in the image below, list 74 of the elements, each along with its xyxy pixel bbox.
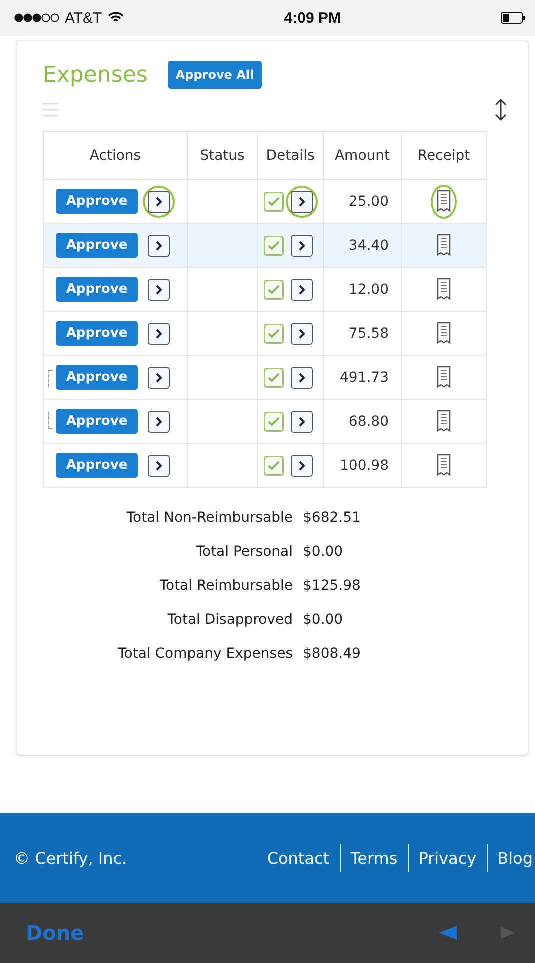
copyright-text: © Certify, Inc. (14, 848, 128, 868)
approve-button[interactable]: Approve (56, 277, 138, 302)
receipt-icon[interactable] (436, 366, 452, 390)
table-row[interactable]: Approve 75.58 (44, 312, 486, 356)
total-value: $0.00 (303, 612, 344, 628)
chevron-icon[interactable] (148, 190, 170, 212)
table-row[interactable]: Approve 68.80 (44, 400, 486, 444)
battery-icon (501, 12, 525, 24)
wifi-icon (108, 12, 124, 24)
total-label: Total Company Expenses (117, 646, 293, 662)
total-value: $682.51 (303, 510, 362, 526)
footer-link[interactable]: Contact (257, 848, 340, 868)
total-label: Total Disapproved (166, 612, 293, 628)
total-value: $0.00 (303, 544, 344, 560)
receipt-icon[interactable] (436, 410, 452, 434)
approve-button[interactable]: Approve (56, 321, 138, 346)
chevron-icon[interactable] (290, 366, 312, 388)
total-label: Total Personal (195, 544, 293, 560)
approve-button[interactable]: Approve (56, 365, 138, 390)
approve-button[interactable]: Approve (56, 453, 138, 478)
chevron-icon[interactable] (148, 366, 170, 388)
table-row[interactable]: Approve 100.98 (44, 444, 486, 488)
chevron-icon[interactable] (148, 322, 170, 344)
amount-text: 491.73 (340, 370, 389, 386)
chevron-icon[interactable] (290, 278, 312, 300)
total-value: $808.49 (303, 646, 362, 662)
table-row[interactable]: Approve 34.40 (44, 224, 486, 268)
amount-text: 68.80 (348, 414, 389, 430)
chevron-icon[interactable] (148, 234, 170, 256)
clock-time: 4:09 PM (284, 10, 341, 26)
approve-button[interactable]: Approve (56, 233, 138, 258)
approve-button[interactable]: Approve (56, 409, 138, 434)
table-row[interactable]: Approve 25.00 (44, 180, 486, 224)
approve-button[interactable]: Approve (56, 189, 138, 214)
table-row[interactable]: Approve 491.73 (44, 356, 486, 400)
carrier-name: AT&T (65, 10, 102, 26)
chevron-icon[interactable] (290, 454, 312, 476)
total-value: $125.98 (303, 578, 362, 594)
approve-all-button[interactable]: Approve All (168, 61, 262, 89)
chevron-icon[interactable] (148, 454, 170, 476)
footer-link[interactable]: Terms (340, 848, 408, 868)
chevron-icon[interactable] (148, 410, 170, 432)
chevron-icon[interactable] (290, 234, 312, 256)
checkbox[interactable] (264, 280, 284, 300)
signal-icon (14, 13, 60, 23)
total-label: Total Non-Reimbursable (126, 510, 293, 526)
page-title: Expenses (43, 62, 148, 88)
checkbox[interactable] (264, 192, 284, 212)
chevron-icon[interactable] (148, 278, 170, 300)
chevron-icon[interactable] (290, 322, 312, 344)
chevron-icon[interactable] (290, 410, 312, 432)
checkbox[interactable] (264, 456, 284, 476)
receipt-icon[interactable] (436, 322, 452, 346)
amount-text: 75.58 (348, 326, 389, 342)
footer-link[interactable]: Blog (488, 848, 535, 868)
amount-text: 100.98 (340, 458, 389, 474)
column-header: Actions (44, 132, 188, 180)
chevron-icon[interactable] (290, 190, 312, 212)
checkbox[interactable] (264, 368, 284, 388)
previous-arrow-icon[interactable] (439, 926, 457, 940)
table-row[interactable]: Approve 12.00 (44, 268, 486, 312)
receipt-icon[interactable] (436, 190, 452, 214)
receipt-icon[interactable] (436, 234, 452, 258)
amount-text: 34.40 (348, 238, 389, 254)
footer-link[interactable]: Privacy (408, 848, 487, 868)
receipt-icon[interactable] (436, 454, 452, 478)
checkbox[interactable] (264, 324, 284, 344)
checkbox[interactable] (264, 412, 284, 432)
amount-text: 25.00 (348, 194, 389, 210)
amount-text: 12.00 (348, 282, 389, 298)
receipt-icon[interactable] (436, 278, 452, 302)
checkbox[interactable] (264, 236, 284, 256)
sort-arrows-icon[interactable] (494, 98, 508, 122)
total-label: Total Reimbursable (158, 578, 293, 594)
